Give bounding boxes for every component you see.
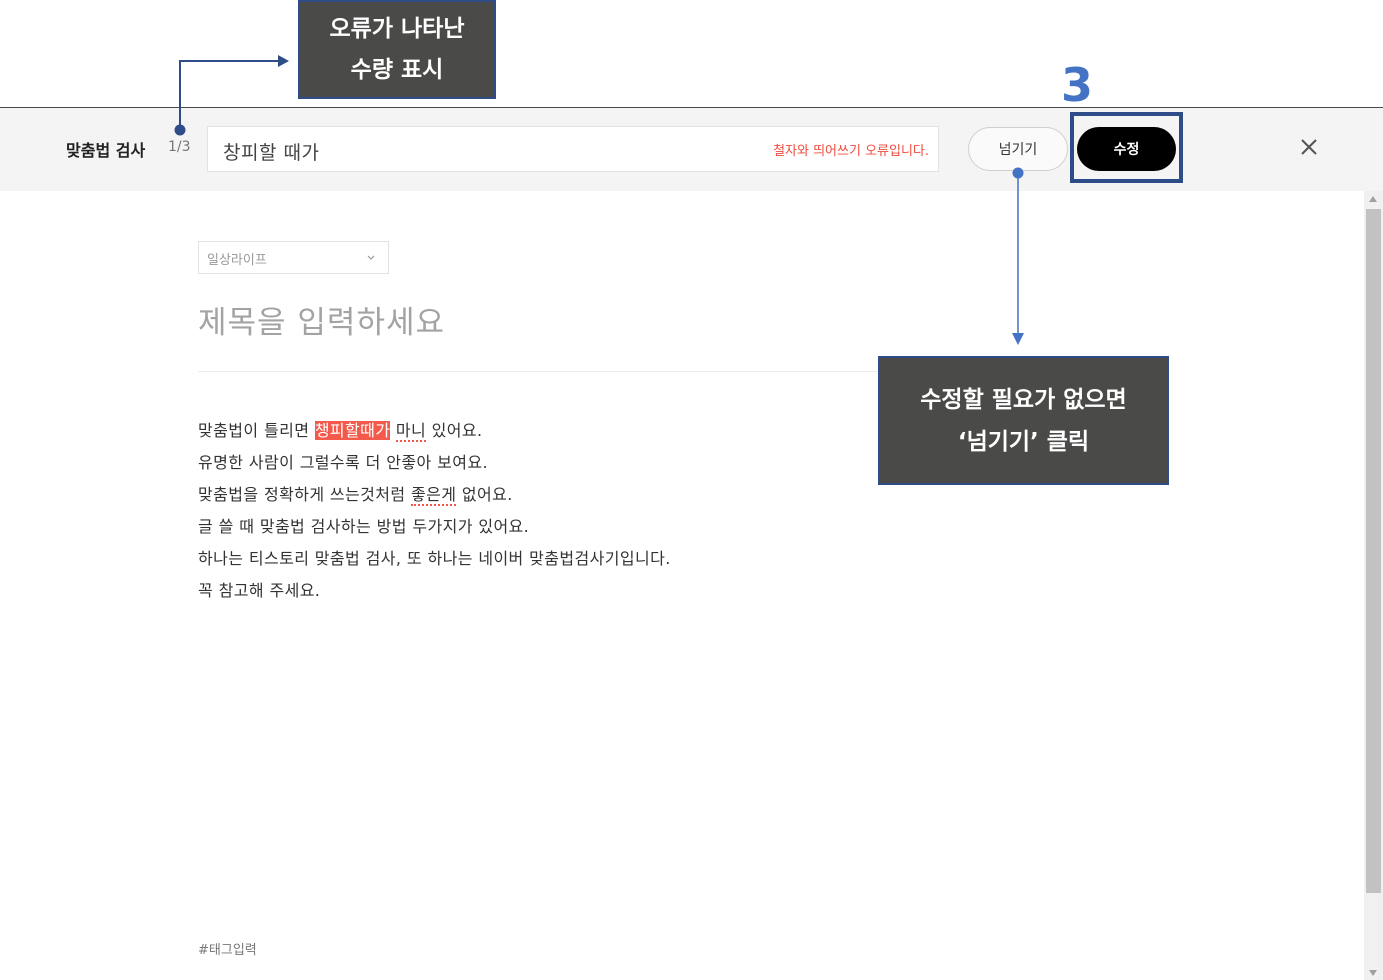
body-line: 꼭 참고해 주세요. xyxy=(198,581,321,600)
error-message: 철자와 띄어쓰기 오류입니다. xyxy=(773,144,929,159)
tag-input[interactable]: #태그입력 xyxy=(198,939,257,958)
step-number: 3 xyxy=(1061,58,1094,112)
spellcheck-title: 맞춤법 검사 xyxy=(66,141,146,160)
scroll-thumb[interactable] xyxy=(1366,209,1381,893)
annotation-skip-note: 수정할 필요가 없으면 ‘넘기기’ 클릭 xyxy=(878,356,1169,485)
suggestion-field[interactable]: 창피할 때가 철자와 띄어쓰기 오류입니다. xyxy=(207,126,939,172)
post-body[interactable]: 맞춤법이 틀리면 챙피할때가 마니 있어요. 유명한 사람이 그럴수록 더 안좋… xyxy=(198,415,671,607)
fix-button[interactable]: 수정 xyxy=(1077,127,1176,171)
close-icon[interactable] xyxy=(1296,134,1322,160)
post-title-input[interactable]: 제목을 입력하세요 xyxy=(198,297,445,342)
error-count: 1/3 xyxy=(168,139,191,155)
suggestion-text[interactable]: 창피할 때가 xyxy=(223,138,319,165)
body-line: 유명한 사람이 그럴수록 더 안좋아 보여요. xyxy=(198,453,488,472)
spelling-error-underline[interactable]: 좋은게 xyxy=(411,485,457,506)
skip-button[interactable]: 넘기기 xyxy=(968,127,1068,171)
chevron-down-icon xyxy=(367,255,375,260)
spelling-error-underline[interactable]: 마니 xyxy=(395,421,427,442)
category-select[interactable]: 일상라이프 xyxy=(198,241,389,274)
body-line: 하나는 티스토리 맞춤법 검사, 또 하나는 네이버 맞춤법검사기입니다. xyxy=(198,549,671,568)
body-line: 맞춤법이 틀리면 챙피할때가 마니 있어요. xyxy=(198,421,483,442)
scroll-up-arrow-icon[interactable] xyxy=(1369,196,1377,202)
spelling-error-highlight[interactable]: 챙피할때가 xyxy=(314,421,391,440)
title-divider xyxy=(198,371,888,372)
category-label: 일상라이프 xyxy=(207,253,267,268)
scroll-down-arrow-icon[interactable] xyxy=(1369,970,1377,976)
body-line: 맞춤법을 정확하게 쓰는것처럼 좋은게 없어요. xyxy=(198,485,513,506)
annotation-count-note: 오류가 나타난 수량 표시 xyxy=(298,0,496,99)
body-line: 글 쓸 때 맞춤법 검사하는 방법 두가지가 있어요. xyxy=(198,517,530,536)
spellcheck-toolbar: 맞춤법 검사 1/3 창피할 때가 철자와 띄어쓰기 오류입니다. 넘기기 수정 xyxy=(0,107,1383,191)
vertical-scrollbar[interactable] xyxy=(1364,191,1383,980)
